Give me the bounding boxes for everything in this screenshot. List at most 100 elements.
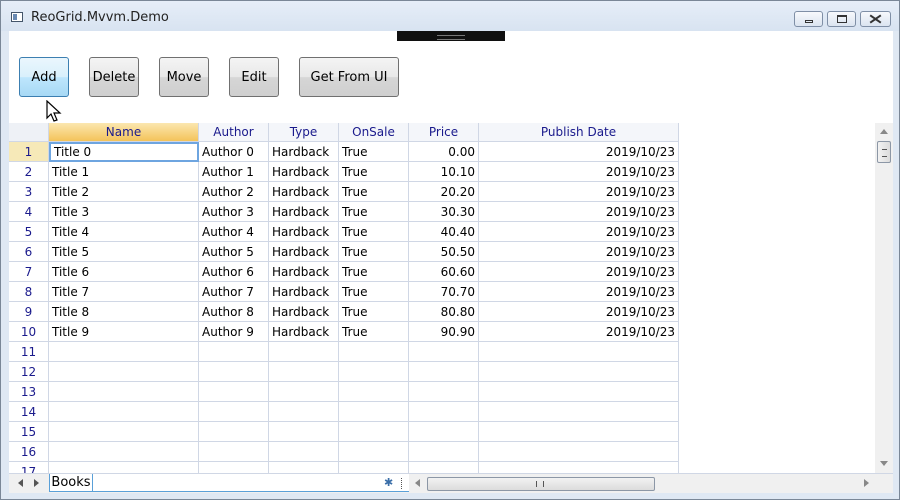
grid-cell[interactable] bbox=[409, 362, 479, 382]
scroll-up-icon[interactable] bbox=[880, 129, 888, 134]
row-header[interactable]: 13 bbox=[9, 382, 49, 402]
column-header[interactable]: Author bbox=[199, 123, 269, 142]
row-header[interactable]: 3 bbox=[9, 182, 49, 202]
get-from-ui-button[interactable]: Get From UI bbox=[299, 57, 399, 97]
grid-cell[interactable]: Hardback bbox=[269, 202, 339, 222]
grid-cell[interactable] bbox=[269, 422, 339, 442]
scroll-right-icon[interactable] bbox=[864, 479, 869, 487]
grid-cell[interactable]: True bbox=[339, 222, 409, 242]
spreadsheet-grid[interactable]: Name Author Type OnSale Price Publish Date 1 Ti… bbox=[9, 123, 875, 473]
row-header[interactable]: 17 bbox=[9, 462, 49, 473]
grid-cell[interactable] bbox=[409, 382, 479, 402]
grid-cell[interactable]: 10.10 bbox=[409, 162, 479, 182]
grid-cell[interactable] bbox=[49, 442, 199, 462]
grid-cell[interactable]: 2019/10/23 bbox=[479, 262, 679, 282]
grid-cell[interactable]: Title 9 bbox=[49, 322, 199, 342]
tab-books[interactable]: Books bbox=[49, 474, 93, 492]
grid-cell[interactable]: True bbox=[339, 282, 409, 302]
grid-cell[interactable] bbox=[49, 402, 199, 422]
grid-cell[interactable]: 80.80 bbox=[409, 302, 479, 322]
grid-cell[interactable] bbox=[199, 442, 269, 462]
grid-cell[interactable]: True bbox=[339, 162, 409, 182]
row-header[interactable]: 9 bbox=[9, 302, 49, 322]
grid-cell[interactable]: Hardback bbox=[269, 162, 339, 182]
splitter-handle[interactable] bbox=[401, 478, 404, 489]
grid-cell[interactable] bbox=[409, 402, 479, 422]
grid-cell[interactable] bbox=[49, 462, 199, 473]
minimize-icon[interactable] bbox=[794, 11, 823, 27]
grid-cell[interactable] bbox=[49, 422, 199, 442]
column-header[interactable]: Publish Date bbox=[479, 123, 679, 142]
grid-cell[interactable] bbox=[479, 382, 679, 402]
grid-cell[interactable]: Title 4 bbox=[49, 222, 199, 242]
grid-cell[interactable] bbox=[339, 462, 409, 473]
grid-cell[interactable]: 30.30 bbox=[409, 202, 479, 222]
grid-cell[interactable]: Author 4 bbox=[199, 222, 269, 242]
grid-cell[interactable]: Title 8 bbox=[49, 302, 199, 322]
grid-corner[interactable] bbox=[9, 123, 49, 142]
row-header[interactable]: 4 bbox=[9, 202, 49, 222]
grid-cell[interactable] bbox=[339, 422, 409, 442]
grid-cell[interactable] bbox=[269, 382, 339, 402]
grid-cell[interactable]: 2019/10/23 bbox=[479, 242, 679, 262]
grid-cell[interactable]: Hardback bbox=[269, 142, 339, 162]
tab-next-icon[interactable] bbox=[34, 479, 39, 487]
horizontal-scroll-thumb[interactable] bbox=[427, 477, 655, 491]
grid-cell[interactable]: Author 9 bbox=[199, 322, 269, 342]
grid-cell[interactable] bbox=[199, 462, 269, 473]
row-header[interactable]: 2 bbox=[9, 162, 49, 182]
grid-cell[interactable] bbox=[269, 342, 339, 362]
grid-cell[interactable]: Author 7 bbox=[199, 282, 269, 302]
row-header[interactable]: 12 bbox=[9, 362, 49, 382]
grid-cell[interactable] bbox=[339, 362, 409, 382]
row-header[interactable]: 7 bbox=[9, 262, 49, 282]
delete-button[interactable]: Delete bbox=[89, 57, 139, 97]
column-header[interactable]: OnSale bbox=[339, 123, 409, 142]
vertical-scrollbar[interactable] bbox=[875, 123, 893, 473]
grid-cell[interactable]: 2019/10/23 bbox=[479, 222, 679, 242]
grid-cell[interactable] bbox=[199, 342, 269, 362]
grid-cell[interactable] bbox=[479, 462, 679, 473]
row-header[interactable]: 8 bbox=[9, 282, 49, 302]
grid-cell[interactable] bbox=[479, 422, 679, 442]
grid-cell[interactable]: Title 1 bbox=[49, 162, 199, 182]
grid-cell[interactable]: Hardback bbox=[269, 182, 339, 202]
tab-prev-icon[interactable] bbox=[18, 479, 23, 487]
row-header[interactable]: 14 bbox=[9, 402, 49, 422]
grid-cell[interactable] bbox=[339, 342, 409, 362]
grid-cell[interactable] bbox=[339, 442, 409, 462]
grid-cell[interactable]: Hardback bbox=[269, 282, 339, 302]
grid-cell[interactable]: 90.90 bbox=[409, 322, 479, 342]
grid-cell[interactable] bbox=[269, 362, 339, 382]
grid-cell[interactable]: 60.60 bbox=[409, 262, 479, 282]
asterisk-icon[interactable]: ✱ bbox=[384, 476, 393, 489]
row-header[interactable]: 11 bbox=[9, 342, 49, 362]
row-header[interactable]: 16 bbox=[9, 442, 49, 462]
grid-cell[interactable]: Title 0 bbox=[49, 142, 199, 162]
grid-cell[interactable] bbox=[479, 402, 679, 422]
grid-cell[interactable]: 2019/10/23 bbox=[479, 282, 679, 302]
row-header[interactable]: 6 bbox=[9, 242, 49, 262]
grid-cell[interactable] bbox=[269, 462, 339, 473]
column-header[interactable]: Price bbox=[409, 123, 479, 142]
grid-cell[interactable]: Hardback bbox=[269, 322, 339, 342]
grid-cell[interactable]: True bbox=[339, 202, 409, 222]
grid-cell[interactable] bbox=[409, 342, 479, 362]
grid-cell[interactable]: Author 2 bbox=[199, 182, 269, 202]
grid-cell[interactable] bbox=[199, 422, 269, 442]
grid-cell[interactable] bbox=[269, 442, 339, 462]
add-button[interactable]: Add bbox=[19, 57, 69, 97]
grid-cell[interactable] bbox=[269, 402, 339, 422]
grid-cell[interactable]: Title 2 bbox=[49, 182, 199, 202]
grid-cell[interactable]: Title 6 bbox=[49, 262, 199, 282]
grid-cell[interactable]: 2019/10/23 bbox=[479, 142, 679, 162]
row-header[interactable]: 5 bbox=[9, 222, 49, 242]
grid-cell[interactable]: 0.00 bbox=[409, 142, 479, 162]
title-bar[interactable]: ReoGrid.Mvvm.Demo bbox=[1, 1, 899, 31]
grid-cell[interactable]: 2019/10/23 bbox=[479, 162, 679, 182]
grid-cell[interactable]: 40.40 bbox=[409, 222, 479, 242]
grid-cell[interactable]: 2019/10/23 bbox=[479, 322, 679, 342]
grid-cell[interactable]: True bbox=[339, 242, 409, 262]
grid-cell[interactable]: True bbox=[339, 182, 409, 202]
grid-cell[interactable] bbox=[339, 382, 409, 402]
